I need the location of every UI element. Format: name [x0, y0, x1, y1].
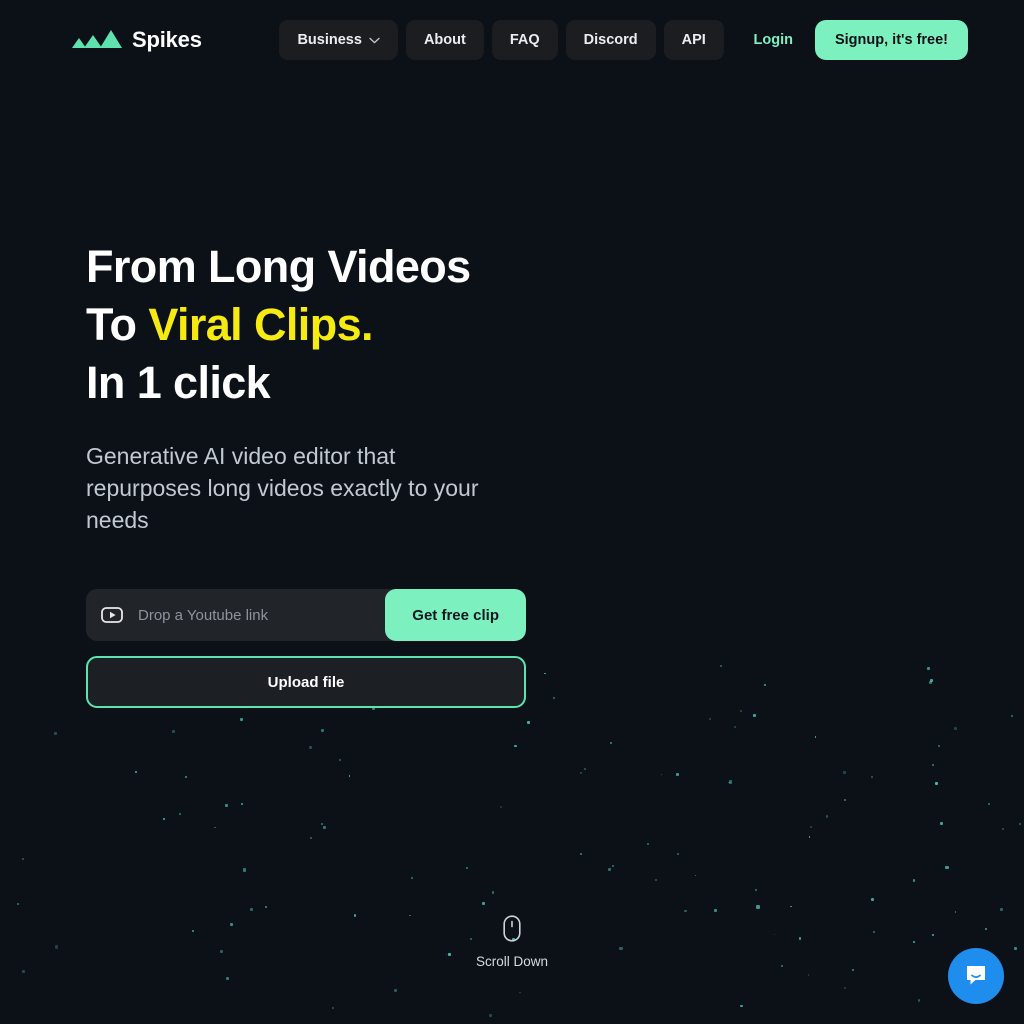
scroll-down-indicator[interactable]: Scroll Down — [476, 915, 548, 969]
chat-launcher-button[interactable] — [948, 948, 1004, 1004]
nav-item-about[interactable]: About — [405, 20, 484, 60]
headline-line-1: From Long Videos — [86, 241, 471, 292]
hero-section: From Long Videos To Viral Clips. In 1 cl… — [0, 80, 1024, 708]
login-link[interactable]: Login — [754, 32, 793, 48]
chat-bubble-icon — [963, 962, 989, 991]
nav-item-discord[interactable]: Discord — [565, 20, 656, 60]
headline-line-2-prefix: To — [86, 299, 149, 350]
youtube-link-form: Get free clip — [86, 589, 526, 641]
main-nav: Business About FAQ Discord API — [250, 20, 754, 60]
youtube-icon — [86, 589, 138, 641]
nav-item-api-label: API — [681, 32, 706, 48]
nav-item-about-label: About — [423, 32, 466, 48]
headline-line-2: To Viral Clips. — [86, 296, 1024, 354]
headline-accent-text: Viral Clips. — [148, 299, 373, 350]
nav-item-api[interactable]: API — [663, 20, 724, 60]
spikes-logo-icon — [72, 28, 122, 53]
header-actions: Login Signup, it's free! — [754, 20, 968, 60]
nav-item-faq[interactable]: FAQ — [491, 20, 558, 60]
brand-logo[interactable]: Spikes — [72, 27, 202, 53]
headline-line-3: In 1 click — [86, 357, 271, 408]
scroll-down-label: Scroll Down — [475, 954, 549, 969]
get-free-clip-button[interactable]: Get free clip — [385, 589, 526, 641]
chevron-down-icon — [369, 32, 380, 48]
youtube-link-input[interactable] — [138, 589, 386, 641]
nav-item-business-label: Business — [297, 32, 362, 48]
nav-item-business[interactable]: Business — [279, 20, 398, 60]
hero-headline: From Long Videos To Viral Clips. In 1 cl… — [86, 238, 1024, 412]
upload-file-button[interactable]: Upload file — [86, 656, 526, 708]
site-header: Spikes Business About FAQ Discord API Lo… — [0, 0, 1024, 80]
mouse-icon — [503, 915, 521, 947]
nav-item-discord-label: Discord — [583, 32, 638, 48]
hero-subheadline: Generative AI video editor that repurpos… — [86, 443, 479, 533]
signup-button[interactable]: Signup, it's free! — [814, 20, 968, 60]
brand-name: Spikes — [132, 27, 202, 52]
nav-item-faq-label: FAQ — [509, 32, 540, 48]
